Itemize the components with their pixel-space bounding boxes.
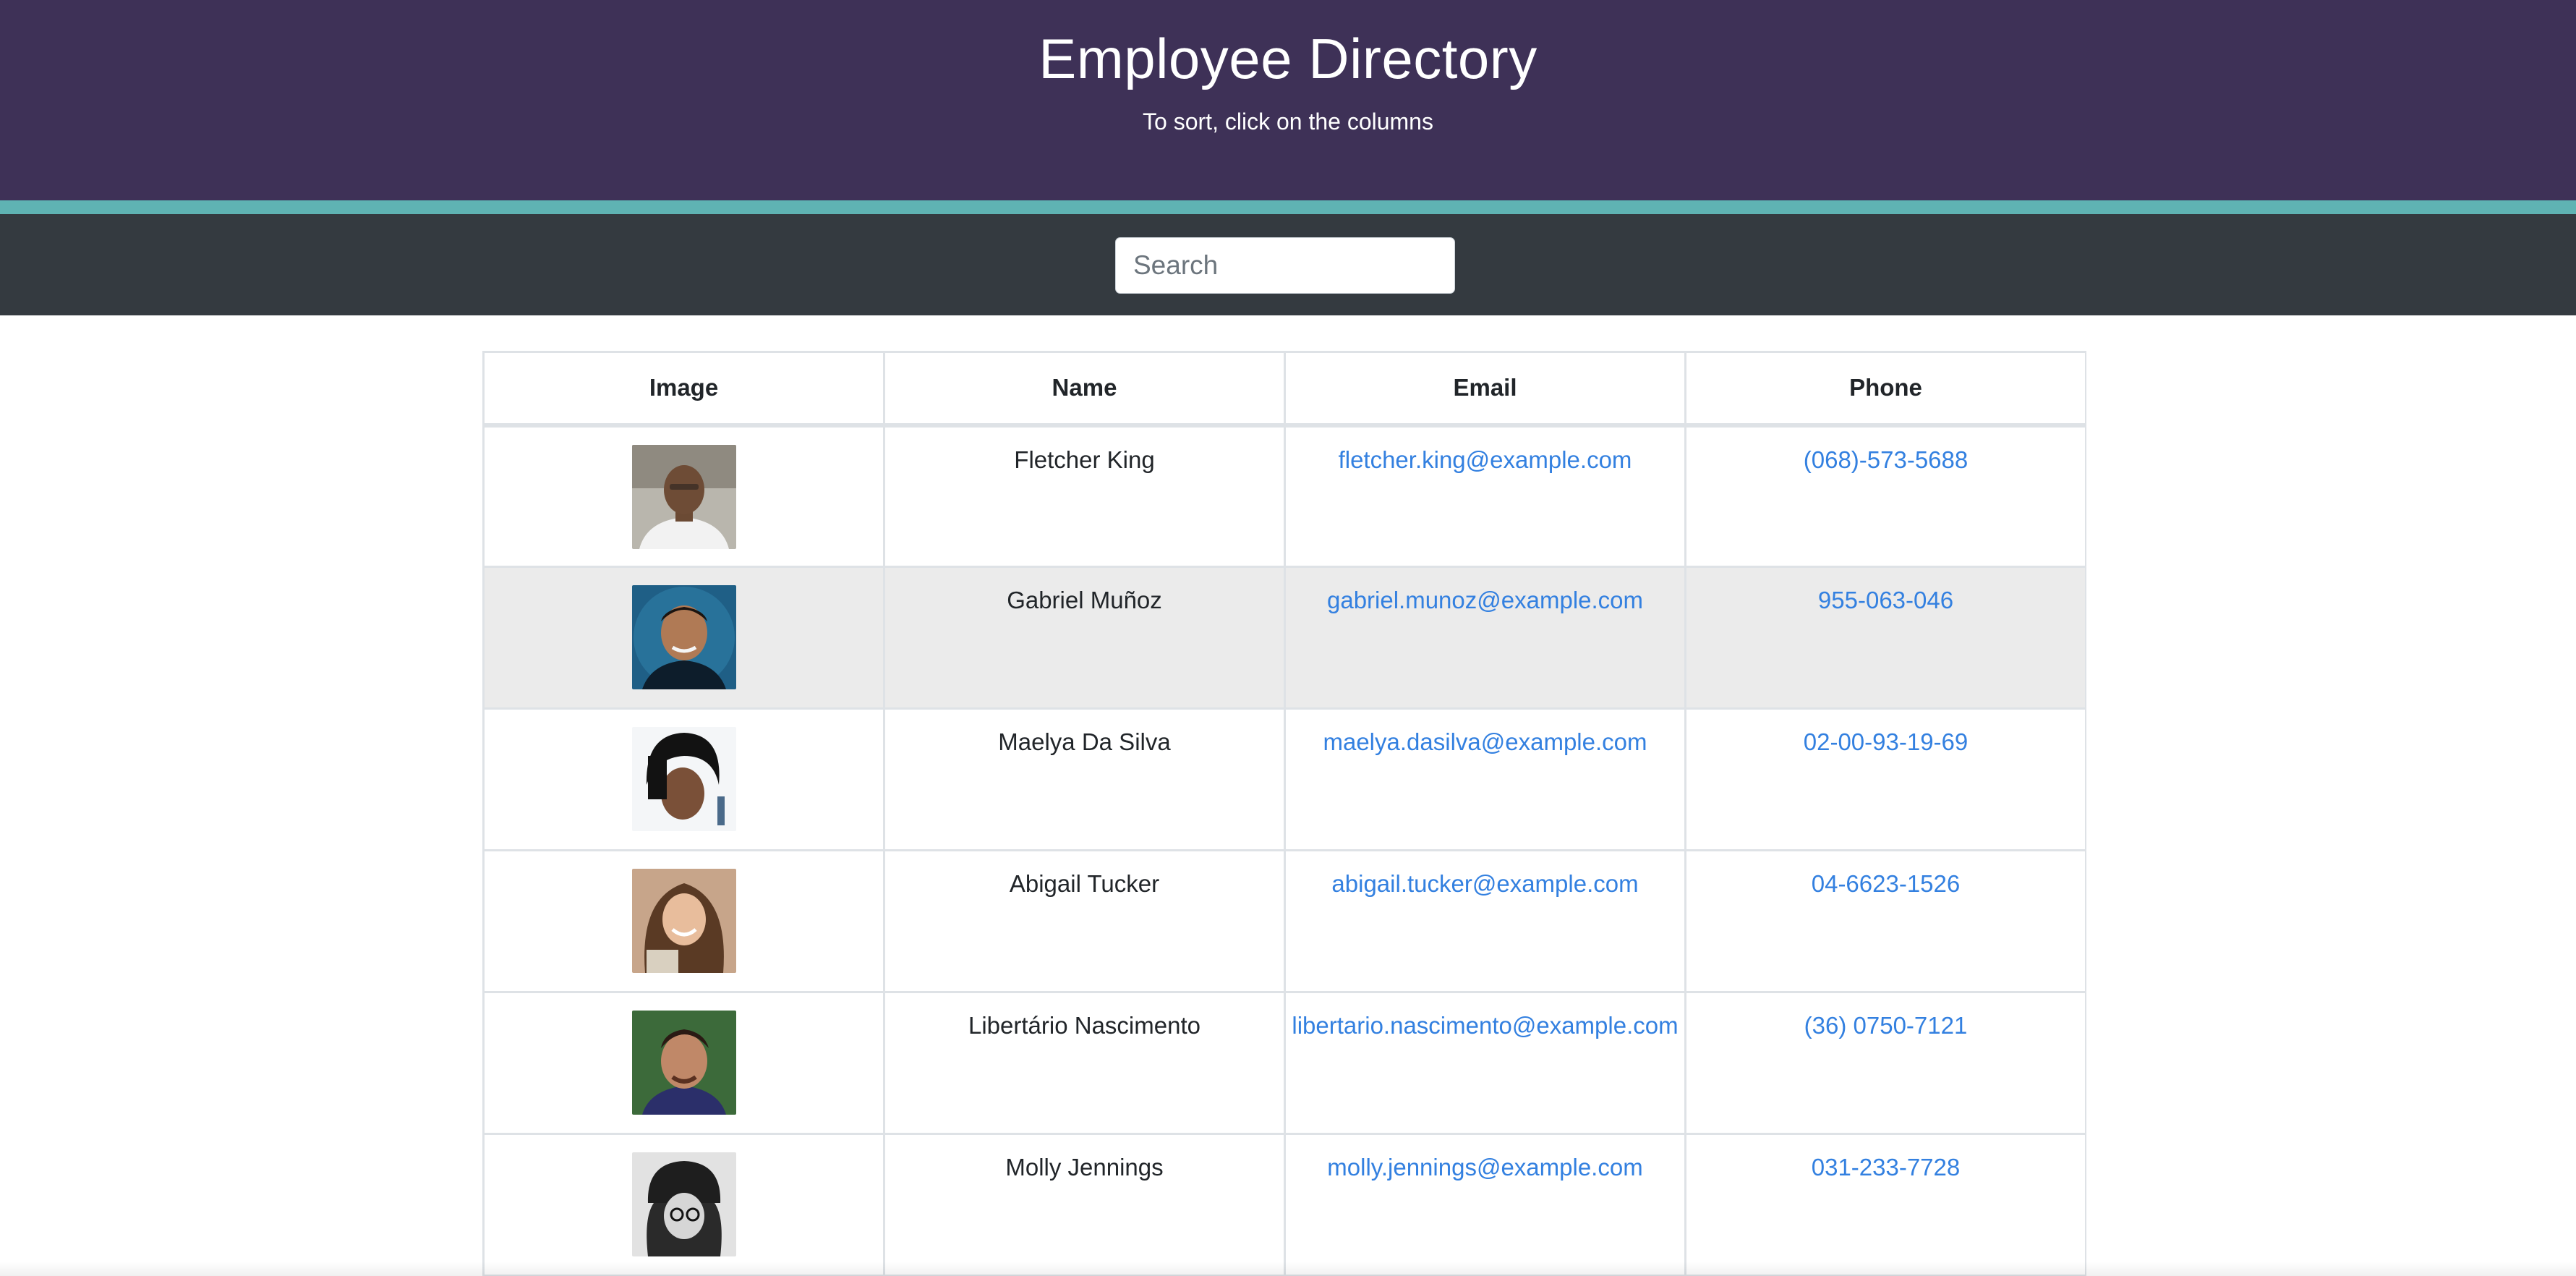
name-cell: Molly Jennings	[883, 1133, 1286, 1276]
page-title: Employee Directory	[1038, 27, 1538, 90]
page-header: Employee Directory To sort, click on the…	[0, 0, 2576, 200]
avatar-photo	[631, 869, 736, 973]
image-cell	[482, 991, 885, 1135]
image-cell	[482, 707, 885, 851]
image-cell	[482, 424, 885, 568]
phone-link[interactable]: 02-00-93-19-69	[1684, 707, 2086, 851]
phone-link[interactable]: (068)-573-5688	[1684, 424, 2086, 568]
name-cell: Abigail Tucker	[883, 849, 1286, 993]
avatar-photo	[631, 1152, 736, 1256]
table-row: Maelya Da Silva maelya.dasilva@example.c…	[482, 707, 2086, 851]
table-row: Fletcher King fletcher.king@example.com …	[482, 424, 2086, 568]
avatar	[631, 727, 736, 831]
column-header-phone[interactable]: Phone	[1684, 351, 2086, 428]
avatar	[631, 1011, 736, 1115]
avatar-photo	[631, 585, 736, 689]
table-header-row: Image Name Email Phone	[482, 351, 2086, 428]
avatar-photo	[631, 1011, 736, 1115]
email-link[interactable]: maelya.dasilva@example.com	[1284, 707, 1686, 851]
name-cell: Gabriel Muñoz	[883, 566, 1286, 710]
column-header-email[interactable]: Email	[1284, 351, 1686, 428]
table-row: Gabriel Muñoz gabriel.munoz@example.com …	[482, 566, 2086, 710]
avatar	[631, 1152, 736, 1256]
employee-table-container: Image Name Email Phone Fletcher King fle…	[482, 351, 2086, 1276]
phone-link[interactable]: 04-6623-1526	[1684, 849, 2086, 993]
avatar	[631, 444, 736, 549]
email-link[interactable]: gabriel.munoz@example.com	[1284, 566, 1686, 710]
table-row: Abigail Tucker abigail.tucker@example.co…	[482, 849, 2086, 993]
email-link[interactable]: molly.jennings@example.com	[1284, 1133, 1686, 1276]
employee-table: Image Name Email Phone Fletcher King fle…	[482, 351, 2086, 1276]
email-link[interactable]: fletcher.king@example.com	[1284, 424, 1686, 568]
name-cell: Libertário Nascimento	[883, 991, 1286, 1135]
name-cell: Fletcher King	[883, 424, 1286, 568]
name-cell: Maelya Da Silva	[883, 707, 1286, 851]
email-link[interactable]: abigail.tucker@example.com	[1284, 849, 1686, 993]
table-row: Libertário Nascimento libertario.nascime…	[482, 991, 2086, 1135]
image-cell	[482, 566, 885, 710]
search-bar	[0, 214, 2576, 315]
avatar-photo	[631, 727, 736, 831]
image-cell	[482, 1133, 885, 1276]
accent-divider	[0, 200, 2576, 214]
phone-link[interactable]: (36) 0750-7121	[1684, 991, 2086, 1135]
table-row: Molly Jennings molly.jennings@example.co…	[482, 1133, 2086, 1276]
phone-link[interactable]: 955-063-046	[1684, 566, 2086, 710]
search-input[interactable]	[1115, 237, 1455, 294]
column-header-image[interactable]: Image	[482, 351, 885, 428]
avatar	[631, 585, 736, 689]
column-header-name[interactable]: Name	[883, 351, 1286, 428]
avatar-photo	[631, 444, 736, 549]
image-cell	[482, 849, 885, 993]
page-subtitle: To sort, click on the columns	[1143, 109, 1433, 135]
avatar	[631, 869, 736, 973]
bottom-shadow	[0, 1262, 2576, 1276]
email-link[interactable]: libertario.nascimento@example.com	[1284, 991, 1686, 1135]
phone-link[interactable]: 031-233-7728	[1684, 1133, 2086, 1276]
